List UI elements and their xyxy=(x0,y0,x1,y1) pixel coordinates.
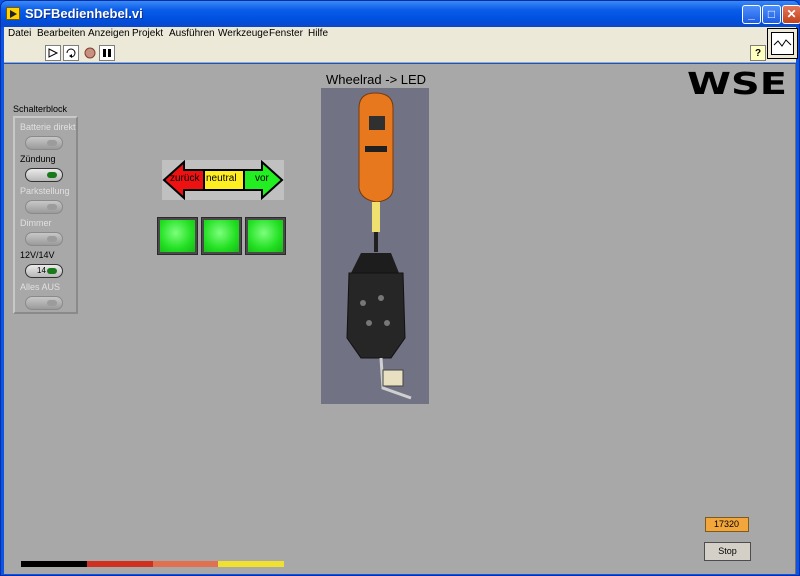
labview-app-icon xyxy=(6,7,20,20)
title-bar: SDFBedienhebel.vi _ □ ✕ xyxy=(1,1,800,27)
svg-text:WSE: WSE xyxy=(687,68,787,98)
switch-label-alles-aus: Alles AUS xyxy=(20,282,61,292)
front-panel: Schalterblock Batterie direkt Zündung Pa… xyxy=(4,64,796,574)
direction-forward-label: vor xyxy=(255,173,269,184)
switch-led xyxy=(47,268,57,274)
menu-bar: Datei Bearbeiten Anzeigen Projekt Ausfüh… xyxy=(4,27,796,43)
switch-voltage[interactable]: 14 xyxy=(25,264,63,278)
menu-werkzeuge[interactable]: Werkzeuge xyxy=(218,28,268,39)
help-question-icon: ? xyxy=(754,47,762,59)
switch-block-label: Schalterblock xyxy=(13,104,68,114)
direction-back-label: zurück xyxy=(170,173,200,184)
photo-title: Wheelrad -> LED xyxy=(326,72,427,87)
led-indicator-2 xyxy=(201,217,242,255)
counter-indicator: 17320 xyxy=(705,517,749,532)
switch-label-parkstellung: Parkstellung xyxy=(20,186,70,196)
led-indicator-3 xyxy=(245,217,286,255)
pause-button[interactable] xyxy=(99,45,115,61)
menu-hilfe[interactable]: Hilfe xyxy=(308,28,328,39)
color-bar xyxy=(21,561,284,567)
switch-parkstellung[interactable] xyxy=(25,200,63,214)
switch-label-voltage: 12V/14V xyxy=(20,250,55,260)
led-indicator-1 xyxy=(157,217,198,255)
switch-batterie-direkt[interactable] xyxy=(25,136,63,150)
minimize-button[interactable]: _ xyxy=(742,5,761,24)
run-arrow-icon xyxy=(48,48,59,58)
close-button[interactable]: ✕ xyxy=(782,5,800,24)
switch-dimmer[interactable] xyxy=(25,232,63,246)
color-bar-segment xyxy=(218,561,284,567)
switch-led xyxy=(47,140,57,146)
menu-anzeigen[interactable]: Anzeigen xyxy=(88,28,130,39)
switch-led xyxy=(47,172,57,178)
wse-logo-icon: WSE xyxy=(685,67,789,102)
abort-stop-icon xyxy=(84,47,96,59)
switch-label-dimmer: Dimmer xyxy=(20,218,52,228)
labview-window: SDFBedienhebel.vi _ □ ✕ Datei Bearbeiten… xyxy=(0,0,800,576)
toolbar: ? xyxy=(4,43,796,63)
switch-block: Batterie direkt Zündung Parkstellung Dim… xyxy=(13,116,78,314)
direction-neutral-label: neutral xyxy=(206,173,237,184)
waveform-icon xyxy=(773,39,792,47)
switch-led xyxy=(47,204,57,210)
direction-indicator: zurück neutral vor xyxy=(162,160,284,200)
lever-photo xyxy=(321,88,429,404)
run-button[interactable] xyxy=(45,45,61,61)
switch-label-zuendung: Zündung xyxy=(20,154,56,164)
run-continuously-button[interactable] xyxy=(63,45,79,61)
switch-voltage-text: 14 xyxy=(37,266,46,275)
abort-button[interactable] xyxy=(82,45,98,61)
color-bar-segment xyxy=(21,561,87,567)
menu-bearbeiten[interactable]: Bearbeiten xyxy=(37,28,85,39)
stop-button[interactable]: Stop xyxy=(704,542,751,561)
switch-led xyxy=(47,236,57,242)
control-lever-image xyxy=(321,88,429,404)
color-bar-segment xyxy=(153,561,218,567)
wse-logo: WSE xyxy=(685,67,789,102)
run-continuously-icon xyxy=(66,48,76,58)
switch-led xyxy=(47,300,57,306)
menu-datei[interactable]: Datei xyxy=(8,28,31,39)
menu-projekt[interactable]: Projekt xyxy=(132,28,163,39)
switch-alles-aus[interactable] xyxy=(25,296,63,310)
color-bar-segment xyxy=(87,561,153,567)
context-help-button[interactable]: ? xyxy=(750,45,766,61)
maximize-button[interactable]: □ xyxy=(762,5,781,24)
pause-icon xyxy=(103,49,111,57)
switch-label-batterie: Batterie direkt xyxy=(20,122,76,132)
menu-fenster[interactable]: Fenster xyxy=(269,28,303,39)
menu-ausfuehren[interactable]: Ausführen xyxy=(169,28,215,39)
vi-icon xyxy=(767,28,798,59)
window-title: SDFBedienhebel.vi xyxy=(25,6,143,21)
switch-zuendung[interactable] xyxy=(25,168,63,182)
